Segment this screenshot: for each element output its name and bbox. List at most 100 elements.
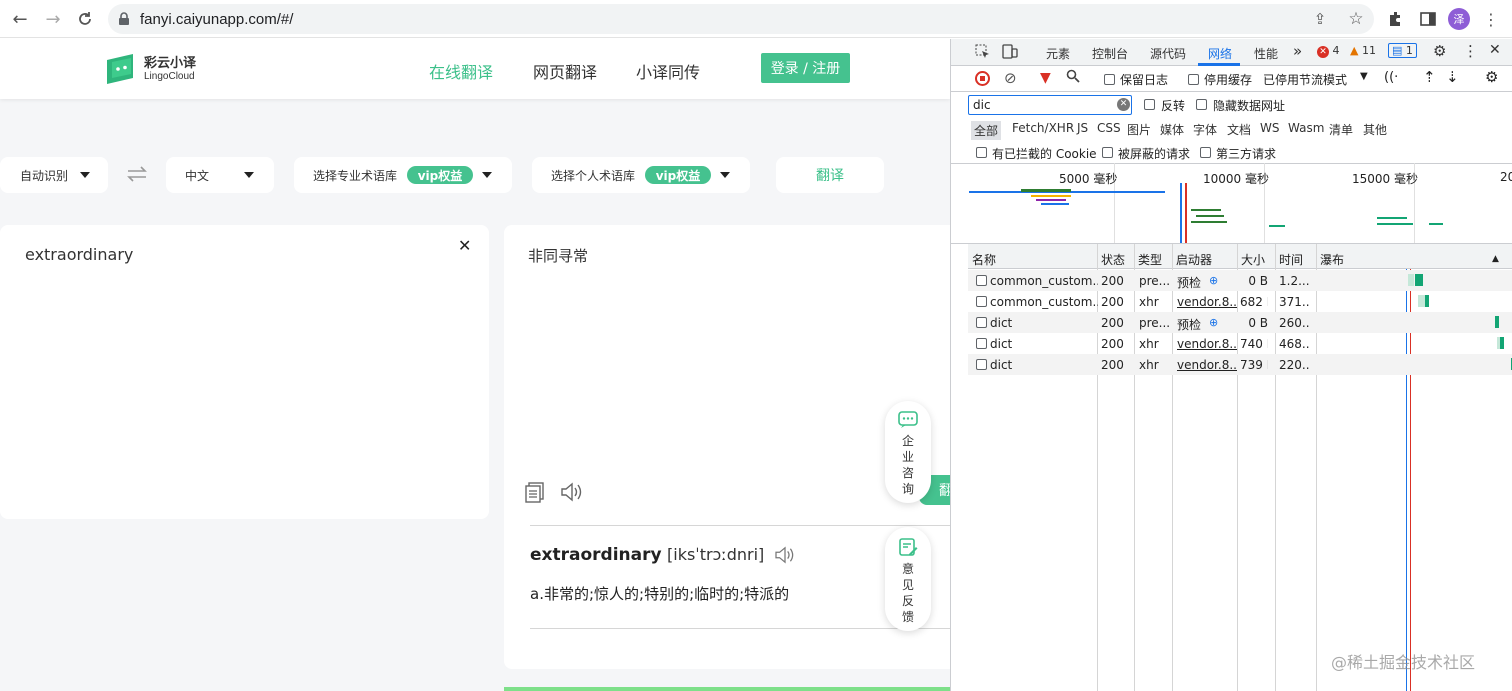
settings-gear-icon[interactable]: ⚙ <box>1433 42 1446 60</box>
preflight-icon[interactable]: ⊕ <box>1209 316 1218 329</box>
preflight-icon[interactable]: ⊕ <box>1209 274 1218 287</box>
feedback-button[interactable]: 意见反馈 <box>885 527 931 631</box>
filter-other[interactable]: 其他 <box>1363 121 1387 138</box>
filter-doc[interactable]: 文档 <box>1227 121 1251 138</box>
throttle-select[interactable]: 已停用节流模式 <box>1263 71 1347 88</box>
pro-glossary-select[interactable]: 选择专业术语库 vip权益 <box>294 157 512 193</box>
filter-wasm[interactable]: Wasm <box>1288 121 1324 135</box>
row-checkbox[interactable] <box>976 359 987 370</box>
invert-checkbox[interactable] <box>1144 99 1155 110</box>
row-checkbox[interactable] <box>976 338 987 349</box>
nav-web-translate[interactable]: 网页翻译 <box>533 59 597 83</box>
filter-manifest[interactable]: 清单 <box>1329 121 1353 138</box>
request-initiator[interactable]: 预检 <box>1177 274 1237 291</box>
column-initiator[interactable]: 启动器 <box>1176 251 1212 268</box>
request-row[interactable]: common_custom...200 xhr vendor.8...682 B 37… <box>968 291 1512 312</box>
speaker-icon[interactable] <box>774 546 796 568</box>
filter-input[interactable]: dic ✕ <box>968 95 1132 115</box>
source-text[interactable]: extraordinary <box>25 245 133 264</box>
lock-icon[interactable] <box>118 12 130 30</box>
device-toolbar-icon[interactable] <box>1002 44 1018 62</box>
error-counter[interactable]: ✕ 4 <box>1317 44 1340 58</box>
source-text-panel[interactable]: extraordinary ✕ <box>0 225 489 519</box>
column-size[interactable]: 大小 <box>1241 251 1265 268</box>
message-counter[interactable]: ▤ 1 <box>1388 43 1417 58</box>
request-row[interactable]: common_custom... 200 pre... 预检 ⊕ 0 B 1.2... <box>968 270 1512 291</box>
request-row[interactable]: dict 200 pre... 预检⊕ 0 B 260... <box>968 312 1512 333</box>
filter-ws[interactable]: WS <box>1260 121 1279 135</box>
address-bar[interactable]: fanyi.caiyunapp.com/#/ ⇪ ☆ <box>108 4 1374 34</box>
column-status[interactable]: 状态 <box>1101 251 1125 268</box>
column-name[interactable]: 名称 <box>972 251 996 268</box>
bookmark-star-icon[interactable]: ☆ <box>1344 7 1368 31</box>
close-icon[interactable]: ✕ <box>458 236 471 255</box>
source-language-select[interactable]: 自动识别 <box>0 157 108 193</box>
tab-sources[interactable]: 源代码 <box>1150 45 1186 62</box>
filter-font[interactable]: 字体 <box>1193 121 1217 138</box>
tab-console[interactable]: 控制台 <box>1092 45 1128 62</box>
more-tabs-icon[interactable]: » <box>1293 42 1302 60</box>
speaker-icon[interactable] <box>560 482 584 506</box>
tab-elements[interactable]: 元素 <box>1046 45 1070 62</box>
profile-avatar[interactable]: 泽 <box>1447 7 1471 31</box>
blocked-cookies-checkbox[interactable] <box>976 147 987 158</box>
sort-up-icon[interactable]: ▲ <box>1492 254 1499 264</box>
close-devtools-icon[interactable]: ✕ <box>1489 42 1501 58</box>
row-checkbox[interactable] <box>976 296 987 307</box>
back-icon[interactable]: ← <box>8 7 32 31</box>
request-initiator[interactable]: vendor.8... <box>1177 295 1237 309</box>
filter-icon[interactable]: ▼ <box>1040 70 1051 86</box>
nav-online-translate[interactable]: 在线翻译 <box>429 59 493 83</box>
record-stop-icon[interactable] <box>975 71 990 86</box>
devtools-menu-icon[interactable]: ⋮ <box>1463 42 1478 60</box>
filter-img[interactable]: 图片 <box>1127 121 1151 138</box>
browser-menu-icon[interactable]: ⋮ <box>1479 7 1503 31</box>
clear-filter-icon[interactable]: ✕ <box>1117 98 1130 111</box>
network-settings-gear-icon[interactable]: ⚙ <box>1485 68 1498 86</box>
clear-log-icon[interactable]: ⊘ <box>1004 69 1017 87</box>
swap-languages-icon[interactable] <box>126 165 148 187</box>
export-har-icon[interactable]: ⇣ <box>1446 68 1459 86</box>
extensions-icon[interactable] <box>1384 7 1408 31</box>
personal-glossary-select[interactable]: 选择个人术语库 vip权益 <box>532 157 750 193</box>
blocked-requests-checkbox[interactable] <box>1102 147 1113 158</box>
translate-button[interactable]: 翻译 <box>776 157 884 193</box>
warning-counter[interactable]: ▲ 11 <box>1350 44 1376 57</box>
request-initiator[interactable]: vendor.8... <box>1177 358 1237 372</box>
column-type[interactable]: 类型 <box>1138 251 1162 268</box>
side-panel-icon[interactable] <box>1416 7 1440 31</box>
request-row[interactable]: dict 200 xhr vendor.8...739 B 220... <box>968 354 1512 375</box>
column-time[interactable]: 时间 <box>1279 251 1303 268</box>
search-icon[interactable] <box>1066 69 1080 87</box>
chevron-down-icon[interactable]: ▼ <box>1360 71 1368 82</box>
column-waterfall[interactable]: 瀑布 <box>1320 251 1344 268</box>
row-checkbox[interactable] <box>976 317 987 328</box>
login-button[interactable]: 登录 / 注册 <box>761 53 850 83</box>
target-language-select[interactable]: 中文 <box>166 157 274 193</box>
enterprise-consult-button[interactable]: 企业咨询 <box>885 401 931 503</box>
network-conditions-icon[interactable]: ((· <box>1384 70 1398 85</box>
hide-data-urls-checkbox[interactable] <box>1196 99 1207 110</box>
row-checkbox[interactable] <box>976 275 987 286</box>
copy-icon[interactable] <box>524 481 546 507</box>
filter-css[interactable]: CSS <box>1097 121 1121 135</box>
request-initiator[interactable]: 预检 <box>1177 316 1237 333</box>
tab-network[interactable]: 网络 <box>1208 45 1232 62</box>
nav-simultaneous[interactable]: 小译同传 <box>636 59 700 83</box>
request-initiator[interactable]: vendor.8... <box>1177 337 1237 351</box>
filter-fetch-xhr[interactable]: Fetch/XHR <box>1012 121 1074 135</box>
filter-js[interactable]: JS <box>1077 121 1088 135</box>
inspect-element-icon[interactable] <box>975 44 990 62</box>
filter-media[interactable]: 媒体 <box>1160 121 1184 138</box>
logo-icon[interactable] <box>105 52 136 86</box>
disable-cache-checkbox[interactable] <box>1188 74 1199 85</box>
filter-all[interactable]: 全部 <box>971 121 1002 140</box>
third-party-checkbox[interactable] <box>1200 147 1211 158</box>
tab-performance[interactable]: 性能 <box>1254 45 1278 62</box>
preserve-log-checkbox[interactable] <box>1104 74 1115 85</box>
request-row[interactable]: dict 200 xhr vendor.8...740 B 468... <box>968 333 1512 354</box>
reload-icon[interactable] <box>73 7 97 31</box>
share-icon[interactable]: ⇪ <box>1308 7 1332 31</box>
forward-icon[interactable]: → <box>41 7 65 31</box>
import-har-icon[interactable]: ⇡ <box>1423 68 1436 86</box>
